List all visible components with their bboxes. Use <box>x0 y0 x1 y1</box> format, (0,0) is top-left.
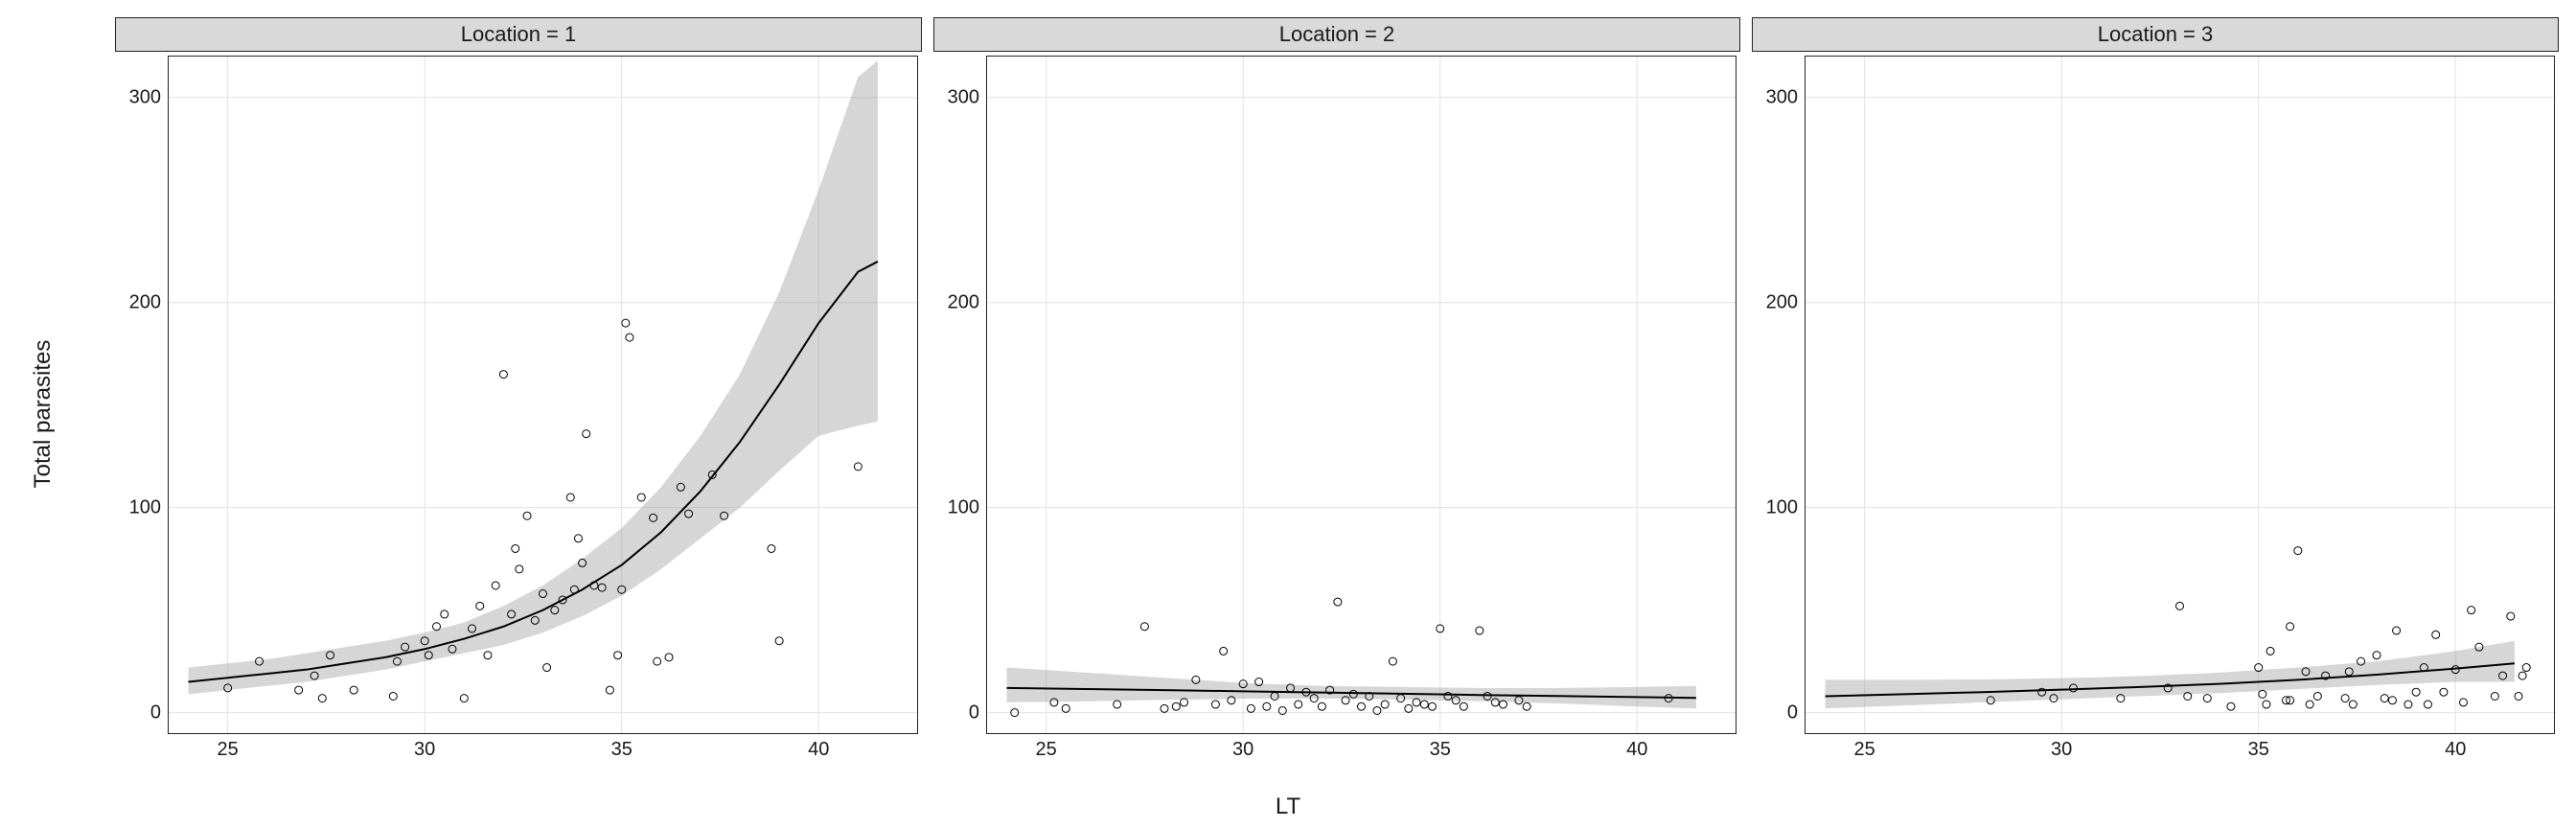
faceted-scatter-figure: Total parasites LT Location = 1253035400… <box>0 0 2576 828</box>
y-tick-label: 300 <box>129 86 161 108</box>
plot-area: 253035400100200300 <box>1805 56 2555 734</box>
facet-panel: Location = 1253035400100200300 <box>115 17 922 774</box>
y-tick-label: 200 <box>948 291 979 313</box>
facet-panels: Location = 1253035400100200300Location =… <box>115 17 2559 774</box>
x-tick-label: 25 <box>218 739 239 761</box>
y-tick-label: 100 <box>129 496 161 518</box>
x-tick-label: 35 <box>611 739 632 761</box>
y-tick-label: 100 <box>948 496 979 518</box>
facet-panel: Location = 3253035400100200300 <box>1752 17 2559 774</box>
x-tick-label: 35 <box>1430 739 1451 761</box>
y-tick-label: 0 <box>969 702 979 724</box>
y-tick-label: 300 <box>1766 86 1798 108</box>
x-tick-label: 30 <box>414 739 435 761</box>
y-tick-label: 200 <box>1766 291 1798 313</box>
x-tick-label: 30 <box>2051 739 2072 761</box>
y-tick-label: 0 <box>150 702 161 724</box>
x-tick-label: 25 <box>1036 739 1057 761</box>
plot-area: 253035400100200300 <box>168 56 918 734</box>
y-tick-label: 0 <box>1787 702 1798 724</box>
x-tick-label: 40 <box>2445 739 2466 761</box>
x-tick-label: 25 <box>1854 739 1875 761</box>
x-tick-label: 40 <box>808 739 829 761</box>
x-tick-label: 30 <box>1232 739 1254 761</box>
y-tick-label: 100 <box>1766 496 1798 518</box>
facet-panel: Location = 2253035400100200300 <box>933 17 1740 774</box>
y-tick-label: 300 <box>948 86 979 108</box>
facet-strip-label: Location = 2 <box>933 17 1740 52</box>
x-tick-label: 40 <box>1626 739 1647 761</box>
x-axis-label: LT <box>1276 794 1300 820</box>
x-tick-label: 35 <box>2248 739 2269 761</box>
facet-strip-label: Location = 1 <box>115 17 922 52</box>
facet-strip-label: Location = 3 <box>1752 17 2559 52</box>
y-tick-label: 200 <box>129 291 161 313</box>
plot-area: 253035400100200300 <box>986 56 1736 734</box>
y-axis-label: Total parasites <box>30 340 57 489</box>
